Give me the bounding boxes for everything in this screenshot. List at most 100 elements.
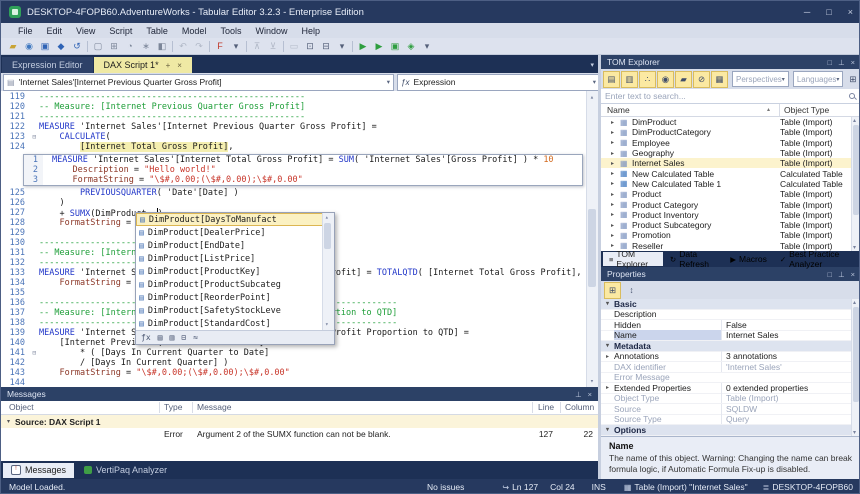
col-object[interactable]: Object xyxy=(9,402,34,412)
expand-icon[interactable]: ▸ xyxy=(611,242,620,249)
scroll-up-icon[interactable]: ▴ xyxy=(587,92,597,102)
right-tab[interactable]: ▶ Macros xyxy=(724,252,773,266)
tree-row[interactable]: ▸ ▦ New Calculated Table Calculated Tabl… xyxy=(601,168,859,179)
undo-icon[interactable]: ↶ xyxy=(175,39,191,54)
deploy-icon[interactable]: ◉ xyxy=(21,39,37,54)
right-tab[interactable]: ✓ Best Practice Analyzer xyxy=(774,249,859,269)
tree-row[interactable]: ▸ ▦ Employee Table (Import) xyxy=(601,138,859,148)
property-row[interactable]: Description xyxy=(601,309,859,320)
sort-az-icon[interactable]: ↕ xyxy=(623,282,640,299)
expand-icon[interactable]: ▸ xyxy=(611,222,620,229)
autocomplete-item[interactable]: ▤ DimProduct[DealerPrice] xyxy=(136,226,323,239)
expand-icon[interactable]: ▸ xyxy=(611,150,620,157)
tree-row[interactable]: ▸ ▦ Geography Table (Import) xyxy=(601,148,859,158)
col-message[interactable]: Message xyxy=(197,402,232,412)
export-icon[interactable]: ⊻ xyxy=(265,39,281,54)
property-selector[interactable]: ƒx Expression ▾ xyxy=(397,73,600,91)
menu-item[interactable]: File xyxy=(11,25,40,37)
run-icon[interactable]: ▶ xyxy=(355,39,371,54)
expand-icon[interactable]: ▸ xyxy=(611,232,620,239)
property-row[interactable]: ▾ Metadata xyxy=(601,341,859,352)
run-all-icon[interactable]: ◈ xyxy=(403,39,419,54)
scroll-down-icon[interactable]: ▾ xyxy=(587,376,597,386)
tree-row[interactable]: ▸ ▦ Internet Sales Table (Import) xyxy=(601,158,859,169)
col-name[interactable]: Name xyxy=(607,105,630,115)
autocomplete-item[interactable]: ▤ DimProduct[StandardCost] xyxy=(136,317,323,330)
definition-peek-window[interactable]: 1 MEASURE 'Internet Sales'[Internet Total… xyxy=(23,154,583,186)
menu-item[interactable]: Model xyxy=(175,25,214,37)
filter-hierarchies-icon[interactable]: ∴ xyxy=(639,70,656,88)
tree-row[interactable]: ▸ ▦ Promotion Table (Import) xyxy=(601,230,859,240)
new-dax-query-icon[interactable]: ∗ xyxy=(138,39,154,54)
menu-item[interactable]: Window xyxy=(248,25,294,37)
search-icon[interactable] xyxy=(848,92,857,101)
new-table-icon[interactable]: ⊞ xyxy=(106,39,122,54)
status-server[interactable]: ≣ DESKTOP-4FOPB60 xyxy=(763,482,853,492)
dock-icon[interactable]: □ xyxy=(828,58,833,67)
menu-item[interactable]: View xyxy=(69,25,102,37)
code-line[interactable]: 122 MEASURE 'Internet Sales'[Internet Pre… xyxy=(1,122,598,132)
properties-scrollbar[interactable]: ▴ ▾ xyxy=(851,299,859,436)
close-button[interactable]: × xyxy=(848,7,853,17)
save-icon[interactable]: ▣ xyxy=(37,39,53,54)
code-line[interactable]: 125 PREVIOUSQUARTER( 'Date'[Date] ) xyxy=(1,188,598,198)
search-input[interactable] xyxy=(605,91,848,101)
comment-icon[interactable]: ⊡ xyxy=(302,39,318,54)
code-line[interactable]: 124 [Internet Total Gross Profit], xyxy=(1,142,598,152)
expander-icon[interactable]: ▾ xyxy=(601,300,614,307)
scrollbar-thumb[interactable] xyxy=(588,209,596,287)
right-tab[interactable]: ≡ TOM Explorer xyxy=(603,249,663,269)
tree-row[interactable]: ▸ ▦ Product Category Table (Import) xyxy=(601,199,859,210)
import-icon[interactable]: ⊼ xyxy=(249,39,265,54)
property-row[interactable]: ▸ Annotations 3 annotations xyxy=(601,351,859,362)
col-column[interactable]: Column xyxy=(565,402,594,412)
pivot-grid-icon[interactable]: ⊟ xyxy=(318,39,334,54)
code-line[interactable]: 120 -- Measure: [Internet Previous Quarte… xyxy=(1,102,598,112)
tab-dax-script[interactable]: DAX Script 1* + × xyxy=(93,57,192,73)
menu-item[interactable]: Table xyxy=(139,25,175,37)
expand-icon[interactable]: ▸ xyxy=(611,201,620,208)
code-line[interactable]: 123 ⊟ CALCULATE( xyxy=(1,132,598,142)
close-tab-icon[interactable]: × xyxy=(177,61,182,70)
menu-item[interactable]: Tools xyxy=(213,25,248,37)
autocomplete-item[interactable]: ▤ DimProduct[DaysToManufact xyxy=(136,213,323,226)
expand-icon[interactable]: ▸ xyxy=(611,139,620,146)
property-row[interactable]: Object Type Table (Import) xyxy=(601,393,859,404)
open-model-icon[interactable]: ▰ xyxy=(5,39,21,54)
tree-scrollbar[interactable]: ▴ ▾ xyxy=(851,117,859,251)
close-icon[interactable]: × xyxy=(851,58,855,67)
menu-item[interactable]: Edit xyxy=(40,25,70,37)
dock-icon[interactable]: □ xyxy=(828,270,833,279)
filter-columns-icon[interactable]: ▥ xyxy=(621,70,638,88)
property-row[interactable]: ▸ Extended Properties 0 extended propert… xyxy=(601,382,859,394)
autocomplete-item[interactable]: ▤ DimProduct[ProductKey] xyxy=(136,265,323,278)
expand-icon[interactable]: ▸ xyxy=(611,191,620,198)
menu-item[interactable]: Help xyxy=(294,25,327,37)
expander-icon[interactable]: ▸ xyxy=(601,353,614,360)
property-row[interactable]: Source SQLDW xyxy=(601,403,859,415)
right-tab[interactable]: ↻ Data Refresh xyxy=(664,249,723,269)
property-row[interactable]: DAX identifier 'Internet Sales' xyxy=(601,361,859,373)
filter-hidden-icon[interactable]: ⊘ xyxy=(693,70,710,88)
refresh-model-icon[interactable]: ↺ xyxy=(69,39,85,54)
pin-icon[interactable]: ⊥ xyxy=(575,390,582,399)
property-row[interactable]: ▾ Basic xyxy=(601,299,859,310)
filter-kpis-icon[interactable]: ◉ xyxy=(657,70,674,88)
tab-vertipaq-analyzer[interactable]: VertiPaq Analyzer xyxy=(76,463,175,478)
expander-icon[interactable]: ▾ xyxy=(601,342,614,349)
autocomplete-item[interactable]: ▤ DimProduct[SafetyStockLeve xyxy=(136,304,323,317)
categorize-icon[interactable]: ⊞ xyxy=(604,281,621,299)
property-row[interactable]: Source Type Query xyxy=(601,414,859,425)
tab-expression-editor[interactable]: Expression Editor xyxy=(2,57,93,73)
autocomplete-item[interactable]: ▤ DimProduct[EndDate] xyxy=(136,239,323,252)
tab-messages[interactable]: ! Messages xyxy=(3,462,75,478)
preview-icon[interactable]: ▭ xyxy=(286,39,302,54)
property-row[interactable]: Hidden False xyxy=(601,319,859,331)
object-selector[interactable]: ▤ 'Internet Sales'[Internet Previous Qua… xyxy=(3,73,394,91)
message-error-row[interactable]: Error Argument 2 of the SUMX function ca… xyxy=(1,428,598,441)
tree-row[interactable]: ▸ ▦ DimProductCategory Table (Import) xyxy=(601,127,859,137)
languages-select[interactable]: Languages ▾ xyxy=(792,71,844,87)
expand-all-icon[interactable]: ⊞ xyxy=(844,71,859,88)
filter-measures-icon[interactable]: ▤ xyxy=(158,333,163,343)
popup-scrollbar[interactable]: ▴ ▾ xyxy=(322,213,334,330)
